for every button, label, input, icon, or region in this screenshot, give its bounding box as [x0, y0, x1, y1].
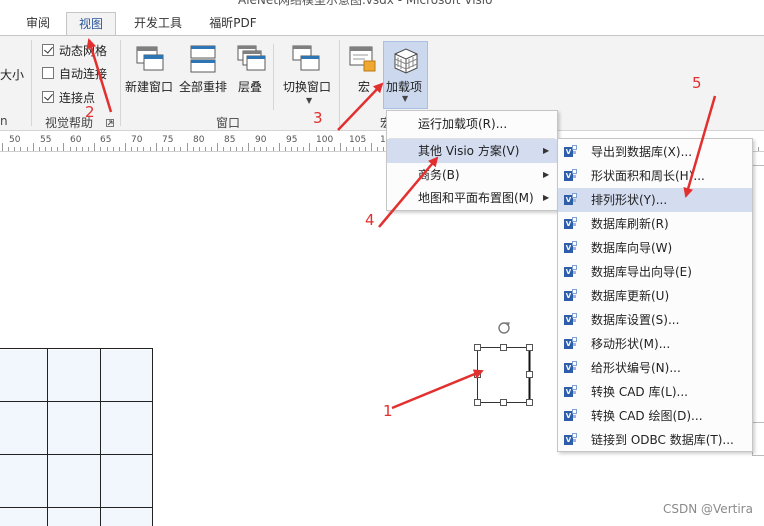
annotation-number-3: 3: [313, 109, 323, 127]
annotation-overlay: [86, 38, 717, 410]
annotation-arrow-5: [683, 95, 717, 198]
annotation-number-2: 2: [85, 103, 95, 121]
annotation-arrow-4: [378, 156, 439, 228]
annotation-number-1: 1: [383, 402, 393, 420]
annotation-arrow-2: [86, 38, 113, 113]
annotation-arrow-3: [337, 82, 384, 131]
annotation-number-5: 5: [692, 74, 702, 92]
watermark: CSDN @Vertira: [663, 502, 753, 516]
annotation-arrow-1: [391, 369, 484, 410]
annotation-number-4: 4: [365, 211, 375, 229]
